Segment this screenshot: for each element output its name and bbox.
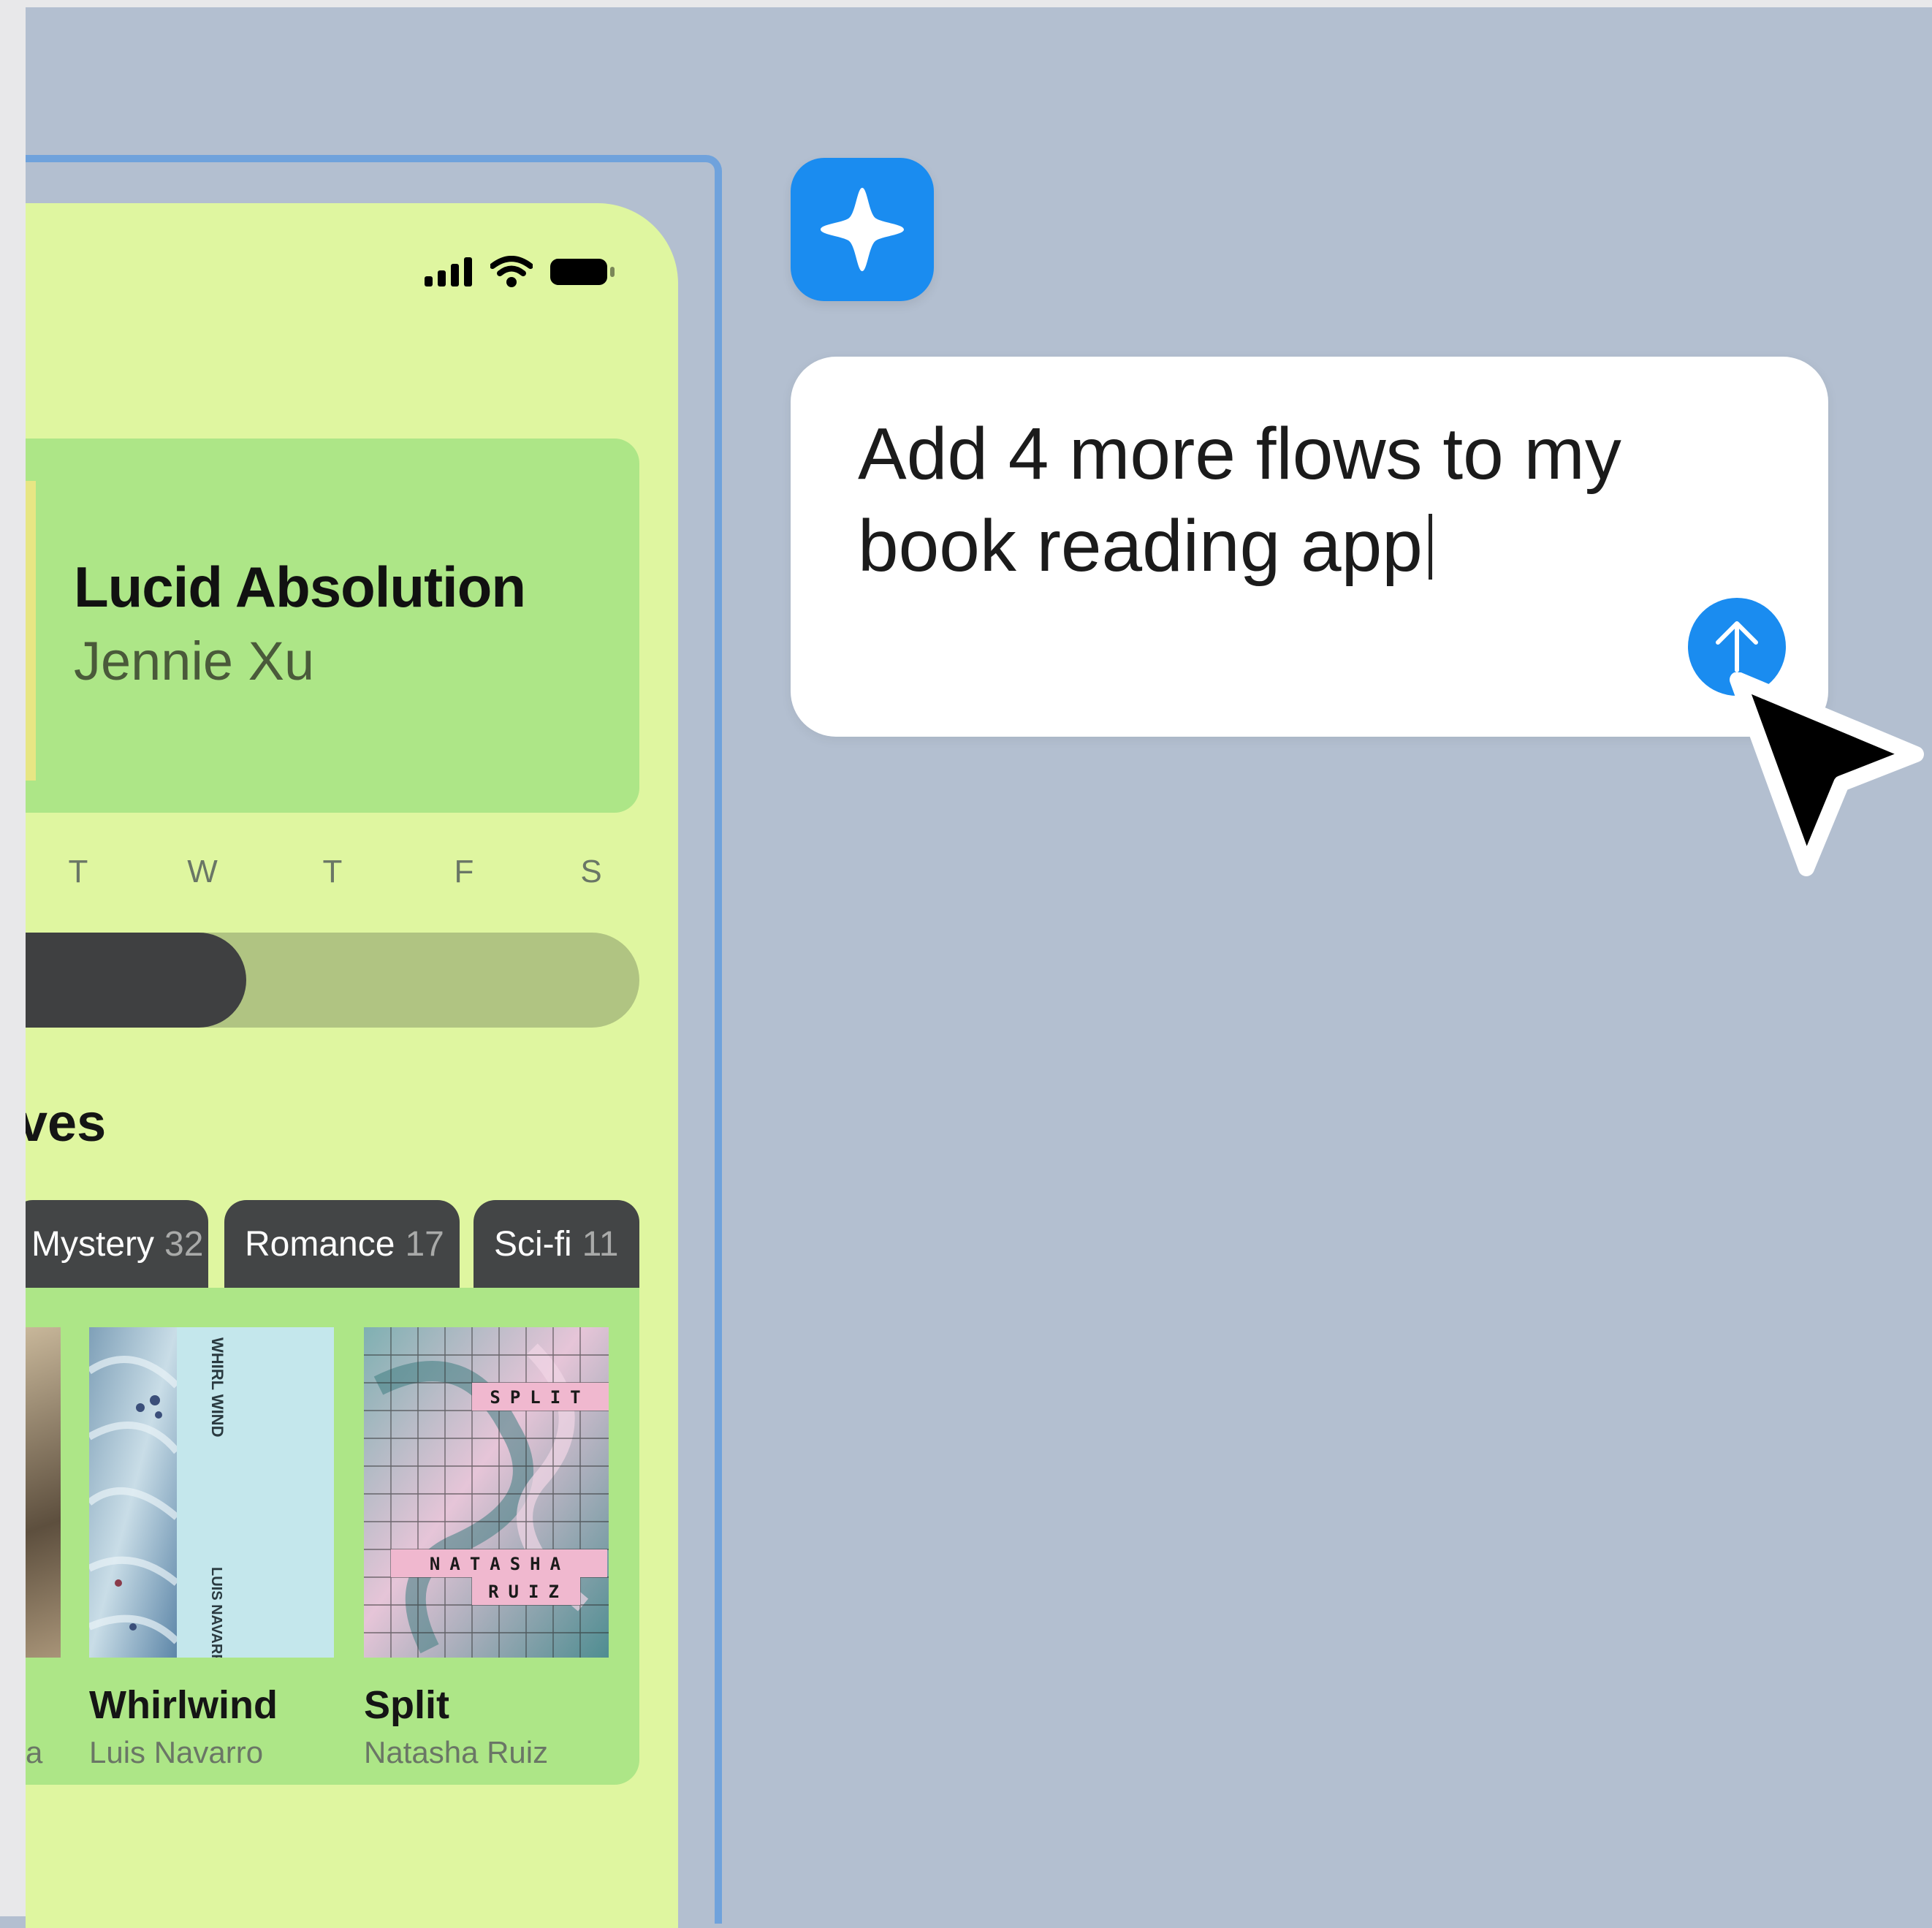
sparkle-icon: [821, 188, 904, 271]
prompt-input-card[interactable]: Add 4 more flows to my book reading app: [791, 357, 1828, 737]
ai-assistant-badge[interactable]: [791, 158, 934, 301]
text-caret: [1428, 514, 1432, 580]
selected-frame-outline: [26, 155, 722, 1924]
top-band: [0, 0, 1932, 7]
arrow-up-icon: [1716, 621, 1758, 672]
prompt-input[interactable]: Add 4 more flows to my book reading app: [858, 408, 1735, 592]
cursor-icon: [1730, 672, 1924, 876]
left-band: [0, 0, 26, 1916]
prompt-text: Add 4 more flows to my book reading app: [858, 413, 1621, 587]
